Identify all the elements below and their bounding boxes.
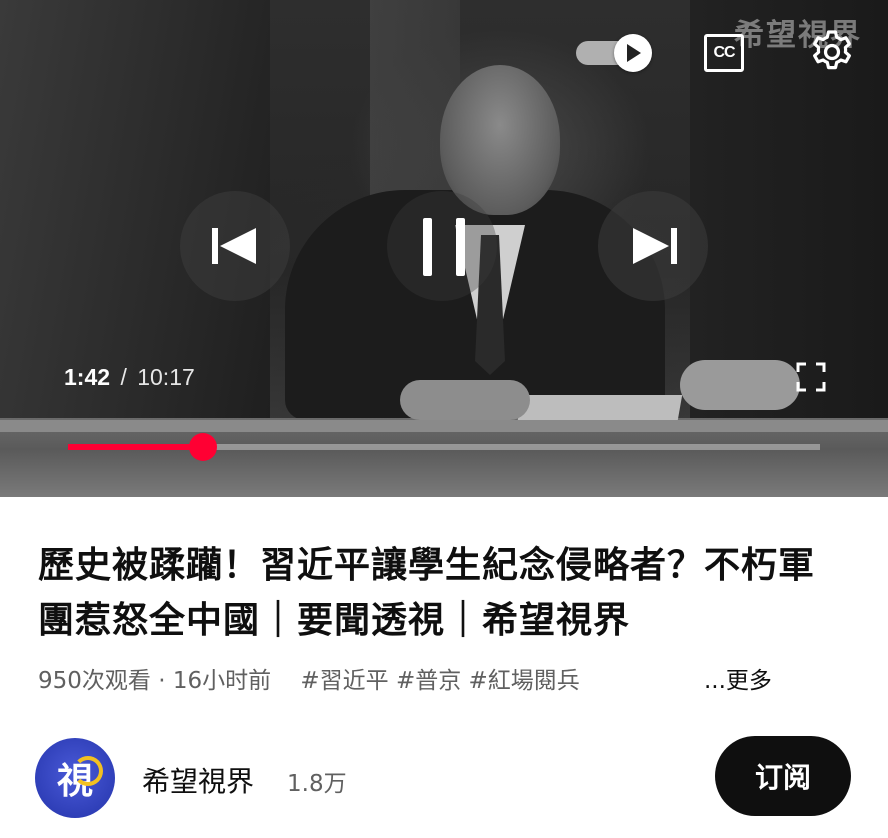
channel-name[interactable]: 希望視界 <box>142 760 254 800</box>
view-count: 950次观看 <box>38 668 151 694</box>
skip-next-icon <box>633 228 679 264</box>
subscriber-count: 1.8万 <box>287 771 347 797</box>
upload-time: 16小时前 <box>172 668 272 694</box>
pause-icon <box>423 218 467 276</box>
gear-icon[interactable] <box>808 28 856 76</box>
autoplay-toggle-icon <box>627 44 641 62</box>
fullscreen-icon[interactable] <box>796 362 826 392</box>
meta-separator: · <box>158 668 166 694</box>
metadata-fade <box>598 661 688 695</box>
subscribe-button[interactable]: 订阅 <box>715 736 851 816</box>
skip-previous-icon <box>212 228 258 264</box>
hashtags[interactable]: #習近平 #普京 #紅場閱兵 <box>300 668 579 694</box>
more-button[interactable]: ...更多 <box>700 661 772 695</box>
video-player[interactable]: 希望視界 CC 1:42 / 10:17 <box>0 0 888 497</box>
assistant-hand <box>680 360 800 410</box>
time-separator: / <box>120 364 127 390</box>
progress-bar[interactable] <box>68 433 820 461</box>
video-metadata[interactable]: 950次观看 · 16小时前 #習近平 #普京 #紅場閱兵 ...更多 <box>38 661 858 695</box>
video-title[interactable]: 歷史被蹂躪！習近平讓學生紀念侵略者？不朽軍團惹怒全中國｜要聞透視｜希望視界 <box>38 538 838 648</box>
current-time: 1:42 <box>64 364 111 390</box>
time-display: 1:42 / 10:17 <box>64 364 195 391</box>
writing-hand <box>400 380 530 420</box>
document-paper <box>517 395 683 420</box>
autoplay-toggle[interactable] <box>576 34 654 72</box>
closed-captions-button[interactable]: CC <box>704 34 744 72</box>
progress-played <box>68 444 204 450</box>
desk-edge <box>0 420 888 432</box>
channel-avatar[interactable]: 視 <box>35 738 115 818</box>
avatar-swirl-icon <box>73 756 103 786</box>
autoplay-knob <box>614 34 652 72</box>
video-duration: 10:17 <box>137 364 195 390</box>
